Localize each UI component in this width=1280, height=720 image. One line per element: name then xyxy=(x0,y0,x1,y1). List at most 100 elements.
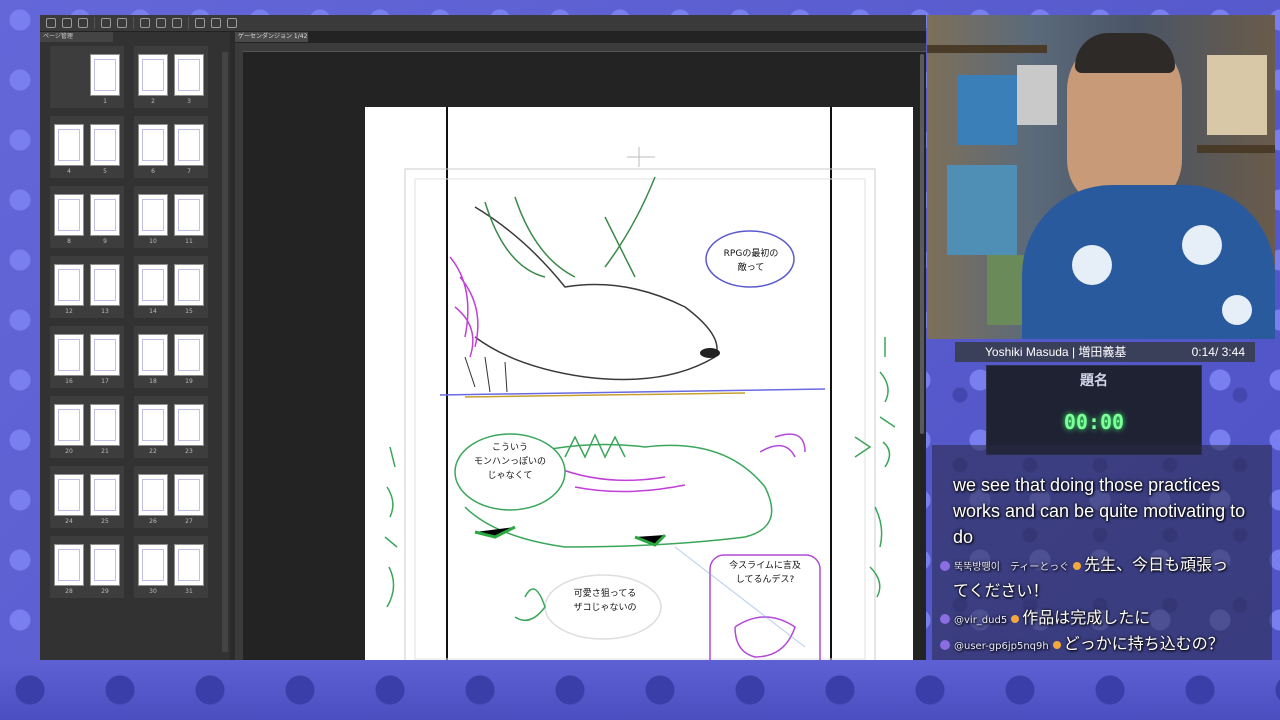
brush-icon[interactable] xyxy=(227,18,237,28)
page-spread-thumbnail[interactable]: 45 xyxy=(50,116,124,178)
chat-message: てください！ xyxy=(953,577,1280,601)
page-thumbnail[interactable] xyxy=(174,474,204,516)
chat-text: どっかに持ち込むの？ xyxy=(1063,634,1224,653)
page-spread-thumbnail[interactable]: 23 xyxy=(134,46,208,108)
manga-canvas[interactable]: RPGの最初の 敵って こういう モンハンっぽいの じゃなくて 可愛さ狙ってる … xyxy=(365,107,913,677)
page-thumbnail[interactable] xyxy=(174,544,204,586)
page-spread-thumbnail[interactable]: 67 xyxy=(134,116,208,178)
poster xyxy=(947,165,1017,255)
page-thumbnail[interactable] xyxy=(138,544,168,586)
page-thumbnail[interactable] xyxy=(90,264,120,306)
page-spread-thumbnail[interactable]: 30 31 xyxy=(134,536,208,598)
page-thumbnail[interactable] xyxy=(138,264,168,306)
thumbnail-row: 16 17 18 19 xyxy=(50,326,210,390)
page-manager-panel: ページ管理 1 2 3 4 5 6 7 8 9 10 11 12 13 14 15 16 17 18 19 20 21 2… xyxy=(40,32,230,660)
open-file-icon[interactable] xyxy=(62,18,72,28)
poster xyxy=(1017,65,1057,125)
page-thumbnail[interactable] xyxy=(138,124,168,166)
drawing-app-window: ページ管理 1 2 3 4 5 6 7 8 9 10 11 12 13 14 15 16 17 18 19 20 21 2… xyxy=(40,15,926,677)
vertical-ruler xyxy=(235,51,243,660)
bookshelf xyxy=(1197,145,1275,153)
settings-gear-icon[interactable] xyxy=(140,18,150,28)
page-number: 4 xyxy=(67,168,71,175)
page-number: 7 xyxy=(187,168,191,175)
page-spread-thumbnail[interactable]: 28 29 xyxy=(50,536,124,598)
page-number: 2 xyxy=(151,98,155,105)
live-caption: we see that doing those practices works … xyxy=(953,475,1246,547)
page-spread-thumbnail[interactable]: 24 25 xyxy=(50,466,124,528)
pen-icon[interactable] xyxy=(195,18,205,28)
page-thumbnail[interactable] xyxy=(138,54,168,96)
page-thumbnail[interactable] xyxy=(54,194,84,236)
page-number: 28 xyxy=(65,588,73,595)
page-spread-thumbnail[interactable]: 89 xyxy=(50,186,124,248)
webcam-feed xyxy=(927,15,1275,339)
page-thumbnail[interactable] xyxy=(174,54,204,96)
page-spread-thumbnail[interactable]: 16 17 xyxy=(50,326,124,388)
page-thumbnail[interactable] xyxy=(138,474,168,516)
page-spread-thumbnail[interactable]: 26 27 xyxy=(134,466,208,528)
bookshelf xyxy=(927,45,1047,53)
page-thumbnail[interactable] xyxy=(54,124,84,166)
page-number: 25 xyxy=(101,518,109,525)
page-thumbnail[interactable] xyxy=(90,194,120,236)
ruler-icon[interactable] xyxy=(211,18,221,28)
page-thumbnail[interactable] xyxy=(90,544,120,586)
fill-icon[interactable] xyxy=(156,18,166,28)
member-badge-icon xyxy=(1011,614,1020,623)
stream-elapsed-time: 0:14/ 3:44 xyxy=(1191,345,1245,359)
page-thumbnail[interactable] xyxy=(174,194,204,236)
page-spread-thumbnail[interactable]: 20 21 xyxy=(50,396,124,458)
page-thumbnail[interactable] xyxy=(90,404,120,446)
page-number: 23 xyxy=(185,448,193,455)
page-spread-thumbnail[interactable]: 1 xyxy=(50,46,124,108)
page-number: 20 xyxy=(65,448,73,455)
undo-icon[interactable] xyxy=(101,18,111,28)
transform-icon[interactable] xyxy=(172,18,182,28)
page-thumbnail[interactable] xyxy=(90,474,120,516)
panel-scrollbar[interactable] xyxy=(222,52,228,652)
page-spread-thumbnail[interactable]: 12 13 xyxy=(50,256,124,318)
streamer-name-bar: Yoshiki Masuda | 増田義基 0:14/ 3:44 xyxy=(955,342,1255,362)
page-thumbnail[interactable] xyxy=(54,474,84,516)
page-thumbnail[interactable] xyxy=(54,404,84,446)
page-thumbnail[interactable] xyxy=(174,404,204,446)
page-thumbnail[interactable] xyxy=(138,404,168,446)
chat-avatar xyxy=(940,639,950,650)
document-tab[interactable]: ゲーセンダンジョン 1/42 xyxy=(235,32,308,42)
page-spread-thumbnail[interactable]: 14 15 xyxy=(134,256,208,318)
page-thumbnail[interactable] xyxy=(174,334,204,376)
page-thumbnail[interactable] xyxy=(90,124,120,166)
page-number: 9 xyxy=(103,238,107,245)
thumbnail-row: 24 25 26 27 xyxy=(50,466,210,530)
page-spread-thumbnail[interactable]: 18 19 xyxy=(134,326,208,388)
page-number: 6 xyxy=(151,168,155,175)
page-thumbnail[interactable] xyxy=(54,334,84,376)
page-thumbnail[interactable] xyxy=(54,544,84,586)
page-thumbnail[interactable] xyxy=(90,334,120,376)
page-thumbnail[interactable] xyxy=(174,264,204,306)
chat-text: 先生、今日も頑張っ xyxy=(1084,555,1229,574)
chat-avatar xyxy=(940,560,950,571)
streamer-hair xyxy=(1075,33,1175,73)
page-manager-tab[interactable]: ページ管理 xyxy=(40,32,113,42)
page-thumbnail[interactable] xyxy=(90,54,120,96)
page-spread-thumbnail[interactable]: 10 11 xyxy=(134,186,208,248)
streamer-shirt xyxy=(1022,185,1275,339)
new-file-icon[interactable] xyxy=(46,18,56,28)
page-number: 29 xyxy=(101,588,109,595)
canvas-scrollbar[interactable] xyxy=(920,54,924,434)
thumbnail-row: 28 29 30 31 xyxy=(50,536,210,600)
page-spread-thumbnail[interactable]: 22 23 xyxy=(134,396,208,458)
page-thumbnail[interactable] xyxy=(174,124,204,166)
page-number: 26 xyxy=(149,518,157,525)
member-badge-icon xyxy=(1073,561,1082,570)
redo-icon[interactable] xyxy=(117,18,127,28)
page-thumbnail[interactable] xyxy=(138,334,168,376)
speech-bubble-4: 今スライムに言及 してるんデス? xyxy=(729,561,801,585)
page-thumbnail[interactable] xyxy=(138,194,168,236)
page-number: 27 xyxy=(185,518,193,525)
page-thumbnail[interactable] xyxy=(54,264,84,306)
save-icon[interactable] xyxy=(78,18,88,28)
document-area: ゲーセンダンジョン 1/42 RPGの最初の 敵って こういう モンハンっぽいの… xyxy=(235,32,926,677)
